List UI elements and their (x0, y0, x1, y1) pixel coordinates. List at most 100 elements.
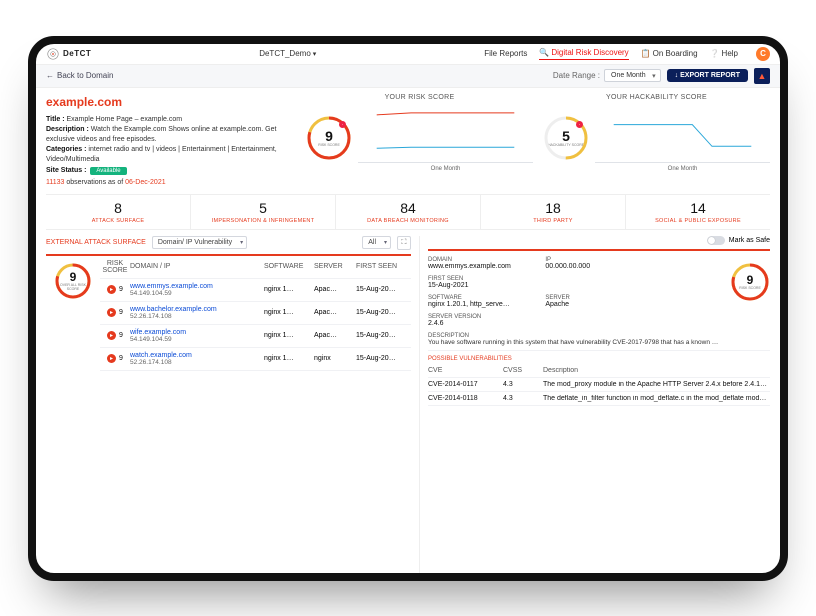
stat-label: ATTACK SURFACE (48, 218, 188, 224)
search-risk-icon: 🔍 (539, 48, 549, 57)
col-software: SOFTWARE (264, 263, 314, 270)
date-range-label: Date Range : (553, 71, 600, 80)
vuln-cvss: 4.3 (503, 381, 543, 388)
vuln-header: CVE CVSS Description (428, 364, 770, 378)
stat-card[interactable]: 18THIRD PARTY (481, 195, 626, 229)
overview-row: example.com Title : Example Home Page – … (46, 94, 770, 188)
ip-val: 00.000.00.000 (545, 263, 652, 270)
fullscreen-icon[interactable]: ⛶ (397, 236, 411, 250)
obs-count: 11133 (46, 179, 64, 186)
nav-help-label: Help (722, 49, 738, 58)
row-first-seen: 15-Aug-20… (356, 309, 411, 316)
vuln-cve: CVE-2014-0118 (428, 395, 503, 402)
stat-value: 18 (483, 200, 623, 216)
target-icon (46, 47, 60, 61)
detail-risk-dial: 9 RISK SCORE (730, 262, 770, 302)
detail-panel: Mark as Safe DOMAINwww.emmys.example.com… (419, 236, 770, 573)
row-score: ▸9 (100, 308, 130, 317)
filter-bar: EXTERNAL ATTACK SURFACE Domain/ IP Vulne… (46, 236, 411, 256)
sw-val: nginx 1.20.1, http_serve… (428, 301, 535, 308)
domain-ip-table: 9 OVER ALL RISK SCORE RISK SCORE DOMAIN … (46, 256, 411, 573)
vuln-desc: The deflate_in_filter function in mod_de… (543, 395, 770, 402)
stat-card[interactable]: 84DATA BREACH MONITORING (336, 195, 481, 229)
filter-type-select[interactable]: Domain/ IP Vulnerability (152, 236, 247, 249)
help-icon: ❔ (710, 49, 720, 58)
row-domain: www.bachelor.example.com52.26.174.108 (130, 306, 264, 320)
vuln-row[interactable]: CVE-2014-01174.3The mod_proxy module in … (428, 378, 770, 392)
stat-value: 14 (628, 200, 768, 216)
row-score: ▸9 (100, 331, 130, 340)
row-first-seen: 15-Aug-20… (356, 286, 411, 293)
tenant-name: DeTCT_Demo (259, 49, 311, 58)
arrow-left-icon: ← (46, 71, 54, 80)
table-row[interactable]: ▸9www.emmys.example.com54.149.104.59ngin… (100, 279, 411, 302)
tenant-selector[interactable]: DeTCT_Demo▾ (91, 49, 484, 58)
status-badge: Available (90, 167, 126, 175)
nav-on-boarding[interactable]: 📋On Boarding (641, 49, 698, 58)
observations-line: 11133 observations as of 06-Dec-2021 (46, 178, 296, 188)
obs-mid: observations as of (64, 179, 125, 186)
risk-score-title: YOUR RISK SCORE (385, 94, 455, 101)
hack-score-title: YOUR HACKABILITY SCORE (606, 94, 707, 101)
stats-row: 8ATTACK SURFACE5 IMPERSONATION & INFRINGE… (46, 194, 770, 230)
stat-card[interactable]: 8ATTACK SURFACE (46, 195, 191, 229)
col-server: SERVER (314, 263, 356, 270)
stat-value: 5 (193, 200, 333, 216)
play-icon: ▸ (107, 308, 116, 317)
vuln-cve: CVE-2014-0117 (428, 381, 503, 388)
hack-diff-icon: · (576, 121, 583, 128)
hackability-dial: 5 HACKABILITY SCORE · (543, 115, 589, 161)
col-domain: DOMAIN / IP (130, 263, 264, 270)
nav-help[interactable]: ❔Help (710, 49, 738, 58)
top-nav: File Reports 🔍Digital Risk Discovery 📋On… (484, 47, 770, 61)
row-score: ▸9 (100, 285, 130, 294)
attack-surface-panel: EXTERNAL ATTACK SURFACE Domain/ IP Vulne… (46, 236, 411, 573)
detail-description: DESCRIPTION You have software running in… (428, 333, 770, 351)
row-domain: watch.example.com52.26.174.108 (130, 352, 264, 366)
row-software: nginx 1… (264, 286, 314, 293)
stat-label: IMPERSONATION & INFRINGEMENT (193, 218, 333, 224)
row-ip: 52.26.174.108 (130, 359, 264, 366)
seen-val: 15-Aug-2021 (428, 282, 535, 289)
export-report-button[interactable]: ↓ EXPORT REPORT (667, 69, 748, 82)
back-to-domain[interactable]: ←Back to Domain (46, 71, 113, 80)
nav-drd-label: Digital Risk Discovery (551, 48, 628, 57)
vcol-desc: Description (543, 367, 770, 374)
row-first-seen: 15-Aug-20… (356, 355, 411, 362)
brand-logo: DeTCT (46, 47, 91, 61)
stat-card[interactable]: 5 IMPERSONATION & INFRINGEMENT (191, 195, 336, 229)
panel-title: EXTERNAL ATTACK SURFACE (46, 239, 146, 246)
obs-date: 06-Dec-2021 (125, 179, 165, 186)
row-ip: 52.26.174.108 (130, 313, 264, 320)
nav-file-reports[interactable]: File Reports (484, 49, 527, 58)
nav-digital-risk-discovery[interactable]: 🔍Digital Risk Discovery (539, 48, 628, 60)
user-avatar[interactable]: C (756, 47, 770, 61)
table-row[interactable]: ▸9wife.example.com54.149.104.59nginx 1…A… (100, 325, 411, 348)
srv-val: Apache (545, 301, 652, 308)
brand-text: DeTCT (63, 49, 91, 58)
back-label: Back to Domain (57, 71, 113, 80)
row-software: nginx 1… (264, 309, 314, 316)
stat-value: 84 (338, 200, 478, 216)
content: example.com Title : Example Home Page – … (36, 88, 780, 573)
domain-val: www.emmys.example.com (428, 263, 535, 270)
table-row[interactable]: ▸9watch.example.com52.26.174.108nginx 1…… (100, 348, 411, 371)
hackability-chart (595, 105, 770, 163)
possible-vuln-title: POSSIBLE VULNERABILITIES (428, 356, 770, 362)
detail-grid: DOMAINwww.emmys.example.com IP00.000.00.… (428, 251, 770, 333)
title-label: Title : (46, 116, 65, 123)
row-first-seen: 15-Aug-20… (356, 332, 411, 339)
stat-card[interactable]: 14SOCIAL & PUBLIC EXPOSURE (626, 195, 770, 229)
table-row[interactable]: ▸9www.bachelor.example.com52.26.174.108n… (100, 302, 411, 325)
date-range-select[interactable]: One Month (604, 69, 661, 82)
ver-val: 2.4.6 (428, 320, 535, 327)
filter-scope-select[interactable]: All (362, 236, 391, 249)
mark-safe-toggle[interactable] (707, 236, 725, 245)
play-icon: ▸ (107, 331, 116, 340)
table-header: RISK SCORE DOMAIN / IP SOFTWARE SERVER F… (100, 256, 411, 279)
vuln-row[interactable]: CVE-2014-01184.3The deflate_in_filter fu… (428, 392, 770, 406)
alert-icon[interactable]: ▲ (754, 68, 770, 84)
status-label: Site Status : (46, 167, 86, 174)
row-score: ▸9 (100, 354, 130, 363)
risk-chart (358, 105, 533, 163)
